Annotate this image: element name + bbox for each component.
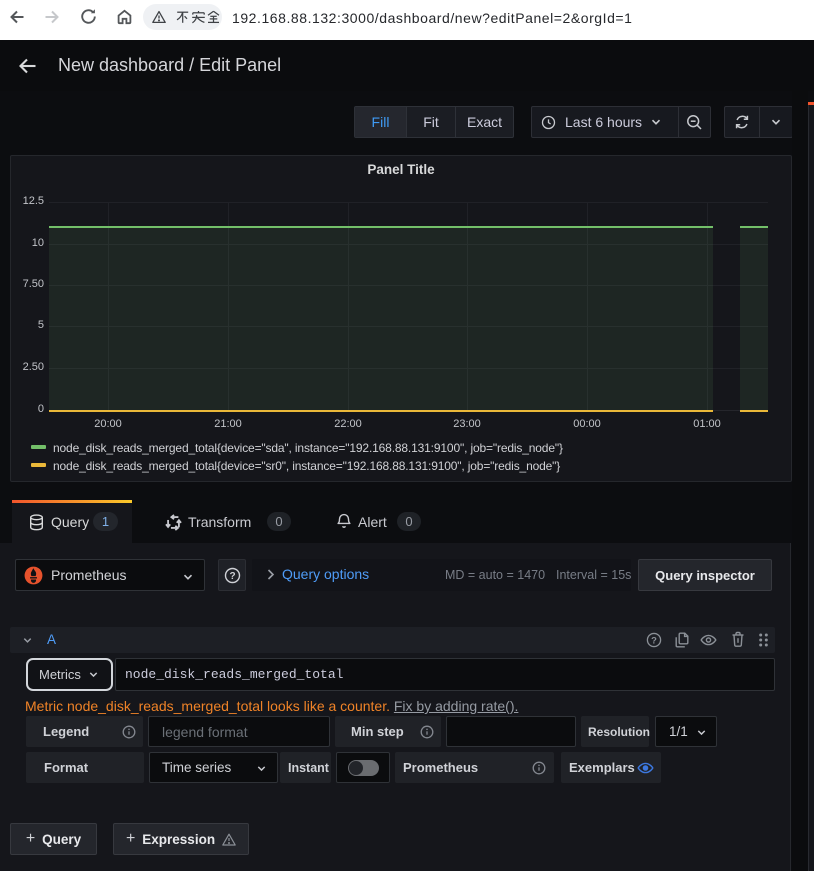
svg-text:?: ? — [651, 634, 657, 645]
svg-text:?: ? — [229, 571, 235, 582]
